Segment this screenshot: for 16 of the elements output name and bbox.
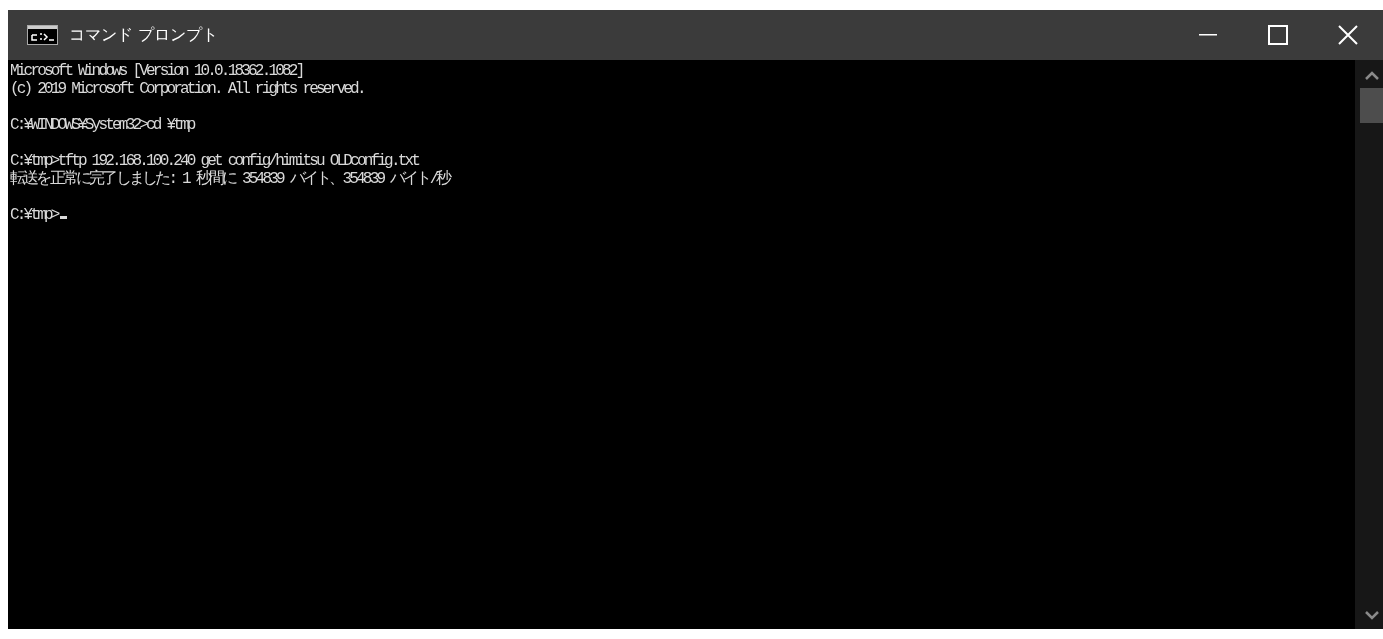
close-icon <box>1338 25 1358 45</box>
text-cursor <box>59 216 67 219</box>
scroll-thumb[interactable] <box>1360 88 1383 123</box>
console-line: (c) 2019 Microsoft Corporation. All rights reserved. <box>10 80 364 98</box>
maximize-icon <box>1268 25 1288 45</box>
console-line: 転送を正常に完了しました: 1 秒間に 354839 バイト、354839 バイト/秒 <box>10 170 450 188</box>
scrollbar[interactable] <box>1355 60 1383 629</box>
scroll-down-icon[interactable] <box>1364 611 1379 621</box>
window-title: コマンド プロンプト <box>69 24 220 46</box>
scroll-up-icon[interactable] <box>1364 70 1379 80</box>
console-line: Microsoft Windows [Version 10.0.18362.1082] <box>10 62 303 80</box>
minimize-icon <box>1199 34 1217 36</box>
console-line: C:¥WINDOWS¥System32>cd ¥tmp <box>10 116 194 134</box>
console-icon <box>27 25 58 45</box>
console-line: C:¥tmp>tftp 192.168.100.240 get config/himitsu OLDconfig.txt <box>10 152 419 170</box>
console-line: C:¥tmp> <box>10 206 58 224</box>
